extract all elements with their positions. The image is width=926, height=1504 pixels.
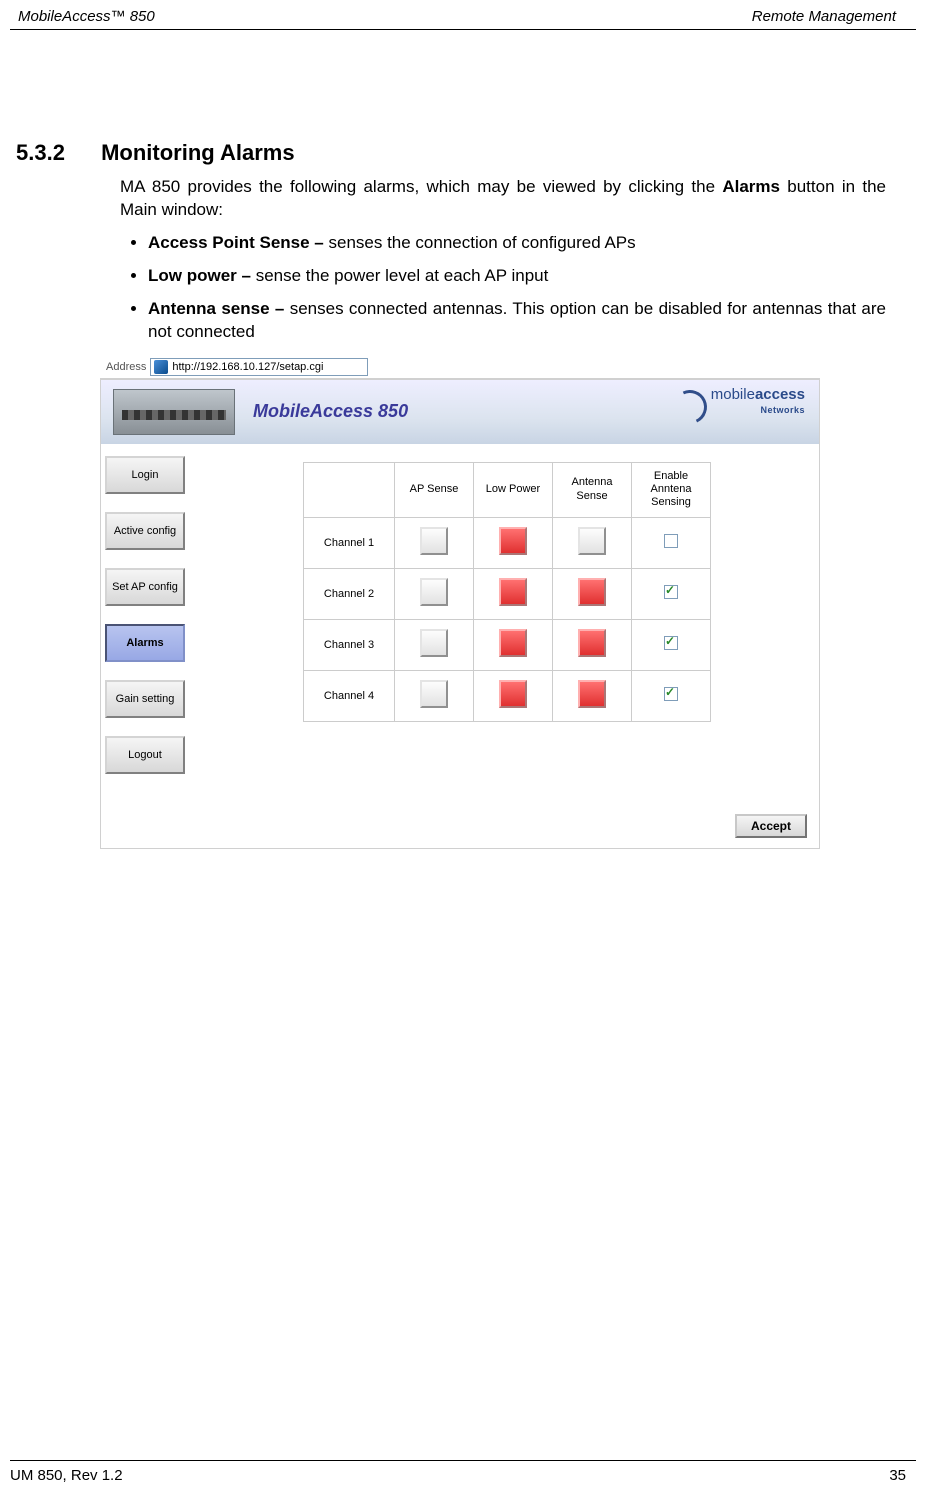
row-label: Channel 3 (304, 619, 395, 670)
banner-title: MobileAccess 850 (253, 401, 408, 422)
bullet-3: Antenna sense – senses connected antenna… (148, 298, 886, 344)
led-ant-ch2 (578, 578, 606, 606)
led-ap-ch3 (420, 629, 448, 657)
logo-text: mobile (711, 386, 755, 403)
sidebar-item-active-config[interactable]: Active config (105, 512, 185, 550)
table-row: Channel 1 (304, 517, 711, 568)
sidebar: Login Active config Set AP config Alarms… (101, 444, 193, 804)
checkbox-enable-ch2[interactable] (664, 585, 678, 599)
page-footer: UM 850, Rev 1.2 35 (10, 1460, 916, 1484)
header-ap-sense: AP Sense (395, 462, 474, 517)
led-low-ch3 (499, 629, 527, 657)
section-title: Monitoring Alarms (71, 140, 295, 165)
page-header: MobileAccess™ 850 Remote Management (10, 0, 916, 30)
alarms-table-wrap: AP Sense Low Power Antenna Sense Enable … (303, 462, 711, 804)
header-low-power: Low Power (474, 462, 553, 517)
sidebar-item-login[interactable]: Login (105, 456, 185, 494)
para1-bold: Alarms (722, 177, 780, 196)
sidebar-item-alarms[interactable]: Alarms (105, 624, 185, 662)
table-row: Channel 4 (304, 670, 711, 721)
table-row: Channel 2 (304, 568, 711, 619)
led-ant-ch1 (578, 527, 606, 555)
row-label: Channel 4 (304, 670, 395, 721)
bullets-list: Access Point Sense – senses the connecti… (120, 232, 886, 344)
address-url: http://192.168.10.127/setap.cgi (172, 361, 323, 373)
bullet-1: Access Point Sense – senses the connecti… (148, 232, 886, 255)
banner: MobileAccess 850 mobileaccess Networks (101, 379, 819, 444)
bullet-1-bold: Access Point Sense – (148, 233, 328, 252)
bullet-2: Low power – sense the power level at eac… (148, 265, 886, 288)
sidebar-item-gain-setting[interactable]: Gain setting (105, 680, 185, 718)
logo: mobileaccess Networks (711, 388, 805, 417)
ie-icon (154, 360, 168, 374)
led-ap-ch4 (420, 680, 448, 708)
embedded-screenshot: Address http://192.168.10.127/setap.cgi … (100, 356, 820, 849)
address-input[interactable]: http://192.168.10.127/setap.cgi (150, 358, 368, 376)
checkbox-enable-ch4[interactable] (664, 687, 678, 701)
led-low-ch2 (499, 578, 527, 606)
sidebar-item-set-ap-config[interactable]: Set AP config (105, 568, 185, 606)
led-low-ch1 (499, 527, 527, 555)
section-number: 5.3.2 (16, 140, 65, 165)
led-ap-ch2 (420, 578, 448, 606)
bullet-2-rest: sense the power level at each AP input (256, 266, 549, 285)
table-row: Channel 3 (304, 619, 711, 670)
led-ap-ch1 (420, 527, 448, 555)
header-antenna-sense: Antenna Sense (553, 462, 632, 517)
checkbox-enable-ch1[interactable] (664, 534, 678, 548)
footer-left: UM 850, Rev 1.2 (10, 1467, 123, 1484)
row-label: Channel 2 (304, 568, 395, 619)
app-window: MobileAccess 850 mobileaccess Networks L… (100, 378, 820, 849)
main-area: Login Active config Set AP config Alarms… (101, 444, 819, 804)
alarms-table: AP Sense Low Power Antenna Sense Enable … (303, 462, 711, 722)
accept-button[interactable]: Accept (735, 814, 807, 838)
address-label: Address (102, 361, 150, 373)
logo-bold: access (755, 386, 805, 403)
led-ant-ch4 (578, 680, 606, 708)
content: 5.3.2 Monitoring Alarms MA 850 provides … (0, 30, 926, 849)
bullet-2-bold: Low power – (148, 266, 256, 285)
bullet-3-bold: Antenna sense – (148, 299, 290, 318)
header-left: MobileAccess™ 850 (18, 8, 155, 25)
section-heading: 5.3.2 Monitoring Alarms (16, 30, 886, 166)
checkbox-enable-ch3[interactable] (664, 636, 678, 650)
bullet-1-rest: senses the connection of configured APs (328, 233, 635, 252)
table-header-row: AP Sense Low Power Antenna Sense Enable … (304, 462, 711, 517)
device-image (113, 389, 235, 435)
footer-right: 35 (889, 1467, 906, 1484)
sidebar-item-logout[interactable]: Logout (105, 736, 185, 774)
address-bar: Address http://192.168.10.127/setap.cgi (100, 356, 820, 378)
header-enable-sensing: Enable Anntena Sensing (632, 462, 711, 517)
intro-paragraph: MA 850 provides the following alarms, wh… (120, 176, 886, 222)
led-ant-ch3 (578, 629, 606, 657)
row-label: Channel 1 (304, 517, 395, 568)
header-right: Remote Management (752, 8, 896, 25)
led-low-ch4 (499, 680, 527, 708)
logo-sub: Networks (760, 405, 805, 415)
para1-a: MA 850 provides the following alarms, wh… (120, 177, 722, 196)
logo-swoosh-icon (668, 385, 712, 429)
header-blank (304, 462, 395, 517)
